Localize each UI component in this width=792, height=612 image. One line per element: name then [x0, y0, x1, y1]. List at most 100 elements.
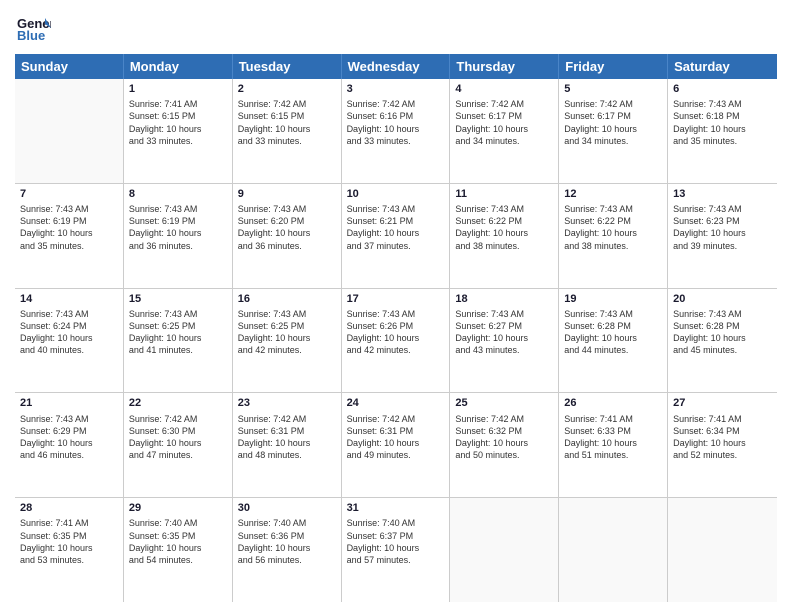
- day-number: 28: [20, 501, 118, 515]
- header: General Blue: [15, 10, 777, 46]
- day-info: Sunrise: 7:42 AM Sunset: 6:15 PM Dayligh…: [238, 98, 336, 147]
- day-number: 1: [129, 82, 227, 96]
- svg-text:Blue: Blue: [17, 28, 45, 43]
- day-info: Sunrise: 7:43 AM Sunset: 6:28 PM Dayligh…: [564, 308, 662, 357]
- day-number: 3: [347, 82, 445, 96]
- calendar-header: SundayMondayTuesdayWednesdayThursdayFrid…: [15, 54, 777, 79]
- header-day-monday: Monday: [124, 54, 233, 79]
- day-info: Sunrise: 7:43 AM Sunset: 6:28 PM Dayligh…: [673, 308, 772, 357]
- day-info: Sunrise: 7:42 AM Sunset: 6:30 PM Dayligh…: [129, 413, 227, 462]
- day-info: Sunrise: 7:43 AM Sunset: 6:19 PM Dayligh…: [20, 203, 118, 252]
- day-number: 11: [455, 187, 553, 201]
- day-info: Sunrise: 7:43 AM Sunset: 6:26 PM Dayligh…: [347, 308, 445, 357]
- calendar-body: 1 Sunrise: 7:41 AM Sunset: 6:15 PM Daylig…: [15, 79, 777, 602]
- day-number: 7: [20, 187, 118, 201]
- day-number: 16: [238, 292, 336, 306]
- calendar-cell: [668, 498, 777, 602]
- calendar-cell: [450, 498, 559, 602]
- day-number: 23: [238, 396, 336, 410]
- day-info: Sunrise: 7:41 AM Sunset: 6:34 PM Dayligh…: [673, 413, 772, 462]
- calendar-cell: 4Sunrise: 7:42 AM Sunset: 6:17 PM Daylig…: [450, 79, 559, 183]
- day-number: 26: [564, 396, 662, 410]
- calendar-cell: 19Sunrise: 7:43 AM Sunset: 6:28 PM Dayli…: [559, 289, 668, 393]
- day-number: 2: [238, 82, 336, 96]
- calendar-cell: 25 Sunrise: 7:42 AM Sunset: 6:32 PM Dayli…: [450, 393, 559, 497]
- calendar-cell: 6 Sunrise: 7:43 AM Sunset: 6:18 PM Daylig…: [668, 79, 777, 183]
- day-info: Sunrise: 7:40 AM Sunset: 6:36 PM Dayligh…: [238, 517, 336, 566]
- day-number: 20: [673, 292, 772, 306]
- calendar-row-4: 21 Sunrise: 7:43 AM Sunset: 6:29 PM Dayli…: [15, 393, 777, 498]
- calendar-cell: 24 Sunrise: 7:42 AM Sunset: 6:31 PM Dayli…: [342, 393, 451, 497]
- calendar-cell: 30 Sunrise: 7:40 AM Sunset: 6:36 PM Dayli…: [233, 498, 342, 602]
- day-info: Sunrise: 7:42 AM Sunset: 6:32 PM Dayligh…: [455, 413, 553, 462]
- day-number: 9: [238, 187, 336, 201]
- day-number: 8: [129, 187, 227, 201]
- day-info: Sunrise: 7:43 AM Sunset: 6:18 PM Dayligh…: [673, 98, 772, 147]
- day-number: 31: [347, 501, 445, 515]
- day-number: 12: [564, 187, 662, 201]
- day-info: Sunrise: 7:40 AM Sunset: 6:35 PM Dayligh…: [129, 517, 227, 566]
- calendar-cell: 17 Sunrise: 7:43 AM Sunset: 6:26 PM Dayli…: [342, 289, 451, 393]
- calendar-cell: 29 Sunrise: 7:40 AM Sunset: 6:35 PM Dayli…: [124, 498, 233, 602]
- calendar-cell: 9 Sunrise: 7:43 AM Sunset: 6:20 PM Daylig…: [233, 184, 342, 288]
- calendar-cell: 10 Sunrise: 7:43 AM Sunset: 6:21 PM Dayli…: [342, 184, 451, 288]
- calendar-cell: 3 Sunrise: 7:42 AM Sunset: 6:16 PM Daylig…: [342, 79, 451, 183]
- calendar-cell: 23 Sunrise: 7:42 AM Sunset: 6:31 PM Dayli…: [233, 393, 342, 497]
- calendar-cell: 11 Sunrise: 7:43 AM Sunset: 6:22 PM Dayli…: [450, 184, 559, 288]
- header-day-thursday: Thursday: [450, 54, 559, 79]
- day-info: Sunrise: 7:42 AM Sunset: 6:31 PM Dayligh…: [238, 413, 336, 462]
- day-info: Sunrise: 7:43 AM Sunset: 6:29 PM Dayligh…: [20, 413, 118, 462]
- day-info: Sunrise: 7:43 AM Sunset: 6:23 PM Dayligh…: [673, 203, 772, 252]
- header-day-friday: Friday: [559, 54, 668, 79]
- day-number: 6: [673, 82, 772, 96]
- day-number: 10: [347, 187, 445, 201]
- day-info: Sunrise: 7:43 AM Sunset: 6:25 PM Dayligh…: [238, 308, 336, 357]
- calendar-cell: [15, 79, 124, 183]
- calendar-cell: 13 Sunrise: 7:43 AM Sunset: 6:23 PM Dayli…: [668, 184, 777, 288]
- logo: General Blue: [15, 10, 53, 46]
- calendar-cell: 2 Sunrise: 7:42 AM Sunset: 6:15 PM Daylig…: [233, 79, 342, 183]
- day-info: Sunrise: 7:41 AM Sunset: 6:15 PM Dayligh…: [129, 98, 227, 147]
- calendar-cell: 1 Sunrise: 7:41 AM Sunset: 6:15 PM Daylig…: [124, 79, 233, 183]
- day-info: Sunrise: 7:41 AM Sunset: 6:33 PM Dayligh…: [564, 413, 662, 462]
- calendar-row-1: 1 Sunrise: 7:41 AM Sunset: 6:15 PM Daylig…: [15, 79, 777, 184]
- day-number: 21: [20, 396, 118, 410]
- calendar-cell: 16 Sunrise: 7:43 AM Sunset: 6:25 PM Dayli…: [233, 289, 342, 393]
- day-number: 17: [347, 292, 445, 306]
- day-info: Sunrise: 7:42 AM Sunset: 6:31 PM Dayligh…: [347, 413, 445, 462]
- day-number: 30: [238, 501, 336, 515]
- calendar-row-2: 7 Sunrise: 7:43 AM Sunset: 6:19 PM Daylig…: [15, 184, 777, 289]
- day-info: Sunrise: 7:43 AM Sunset: 6:27 PM Dayligh…: [455, 308, 553, 357]
- day-info: Sunrise: 7:43 AM Sunset: 6:21 PM Dayligh…: [347, 203, 445, 252]
- header-day-wednesday: Wednesday: [342, 54, 451, 79]
- day-info: Sunrise: 7:42 AM Sunset: 6:17 PM Dayligh…: [455, 98, 553, 147]
- day-info: Sunrise: 7:43 AM Sunset: 6:19 PM Dayligh…: [129, 203, 227, 252]
- calendar-cell: [559, 498, 668, 602]
- calendar-row-3: 14Sunrise: 7:43 AM Sunset: 6:24 PM Dayli…: [15, 289, 777, 394]
- calendar-cell: 12Sunrise: 7:43 AM Sunset: 6:22 PM Dayli…: [559, 184, 668, 288]
- day-info: Sunrise: 7:42 AM Sunset: 6:16 PM Dayligh…: [347, 98, 445, 147]
- day-info: Sunrise: 7:43 AM Sunset: 6:22 PM Dayligh…: [455, 203, 553, 252]
- day-info: Sunrise: 7:43 AM Sunset: 6:25 PM Dayligh…: [129, 308, 227, 357]
- calendar-row-5: 28Sunrise: 7:41 AM Sunset: 6:35 PM Dayli…: [15, 498, 777, 602]
- calendar-cell: 18Sunrise: 7:43 AM Sunset: 6:27 PM Dayli…: [450, 289, 559, 393]
- calendar-cell: 7 Sunrise: 7:43 AM Sunset: 6:19 PM Daylig…: [15, 184, 124, 288]
- calendar-cell: 27 Sunrise: 7:41 AM Sunset: 6:34 PM Dayli…: [668, 393, 777, 497]
- calendar-cell: 8 Sunrise: 7:43 AM Sunset: 6:19 PM Daylig…: [124, 184, 233, 288]
- day-info: Sunrise: 7:43 AM Sunset: 6:20 PM Dayligh…: [238, 203, 336, 252]
- calendar-cell: 28Sunrise: 7:41 AM Sunset: 6:35 PM Dayli…: [15, 498, 124, 602]
- header-day-tuesday: Tuesday: [233, 54, 342, 79]
- calendar-cell: 14Sunrise: 7:43 AM Sunset: 6:24 PM Dayli…: [15, 289, 124, 393]
- calendar-cell: 20 Sunrise: 7:43 AM Sunset: 6:28 PM Dayli…: [668, 289, 777, 393]
- day-number: 24: [347, 396, 445, 410]
- logo-icon: General Blue: [15, 10, 51, 46]
- day-number: 5: [564, 82, 662, 96]
- day-number: 27: [673, 396, 772, 410]
- day-number: 22: [129, 396, 227, 410]
- day-number: 14: [20, 292, 118, 306]
- calendar-cell: 15 Sunrise: 7:43 AM Sunset: 6:25 PM Dayli…: [124, 289, 233, 393]
- day-number: 15: [129, 292, 227, 306]
- day-number: 29: [129, 501, 227, 515]
- day-number: 13: [673, 187, 772, 201]
- day-number: 25: [455, 396, 553, 410]
